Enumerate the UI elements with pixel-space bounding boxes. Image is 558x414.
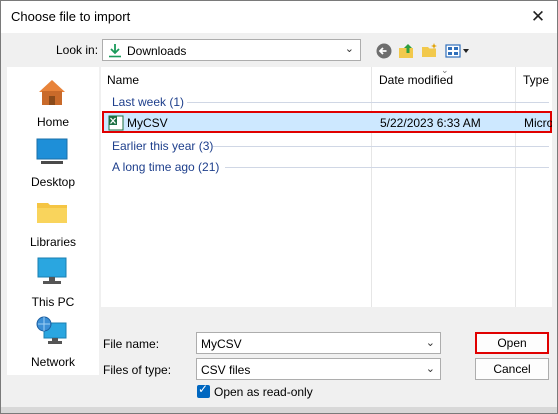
file-name-label: File name:	[103, 337, 160, 351]
file-type-value: CSV files	[201, 363, 251, 377]
title-bar: Choose file to import ✕	[1, 1, 557, 33]
file-list[interactable]: Name ⌄ Date modified Type Last week (1) …	[100, 65, 552, 307]
readonly-label[interactable]: Open as read-only	[214, 385, 313, 399]
home-icon	[39, 80, 65, 105]
column-header-date[interactable]: Date modified	[373, 67, 453, 93]
readonly-checkbox[interactable]: ✓	[197, 382, 210, 398]
group-divider	[225, 167, 549, 168]
place-label: Desktop	[30, 175, 76, 189]
file-name: MyCSV	[127, 116, 168, 130]
look-in-row: Look in: Downloads ⌄	[1, 37, 557, 63]
back-icon[interactable]	[375, 42, 393, 60]
column-header-name[interactable]: Name	[101, 67, 139, 93]
column-divider	[515, 67, 516, 307]
place-label: This PC	[31, 295, 75, 309]
up-folder-icon[interactable]	[398, 42, 416, 60]
group-divider	[213, 146, 549, 147]
place-network[interactable]: Network	[7, 315, 99, 373]
cancel-button[interactable]: Cancel	[475, 358, 549, 380]
close-button[interactable]: ✕	[525, 4, 551, 30]
window-title: Choose file to import	[11, 9, 131, 24]
look-in-dropdown[interactable]: Downloads ⌄	[102, 39, 361, 61]
group-divider	[187, 102, 549, 103]
new-folder-icon[interactable]	[421, 42, 439, 60]
downloads-icon	[109, 44, 121, 58]
file-type-dropdown[interactable]: CSV files ⌄	[196, 358, 441, 380]
open-button[interactable]: Open	[475, 332, 549, 354]
place-libraries[interactable]: Libraries	[7, 195, 99, 253]
group-header-long-time-ago[interactable]: A long time ago (21)	[112, 160, 219, 174]
place-home[interactable]: Home	[7, 75, 99, 133]
checkmark-icon: ✓	[198, 382, 209, 396]
excel-csv-icon	[108, 115, 124, 131]
group-header-earlier-this-year[interactable]: Earlier this year (3)	[112, 139, 213, 153]
places-bar: Home Desktop Libraries This PC Network	[7, 67, 99, 375]
file-row-mycsv[interactable]: MyCSV 5/22/2023 6:33 AM Microsoft Excel …	[102, 111, 552, 133]
place-label: Home	[36, 115, 69, 129]
column-divider	[371, 67, 372, 307]
desktop-icon	[36, 138, 68, 164]
network-icon	[36, 316, 67, 344]
file-name-combobox[interactable]: MyCSV ⌄	[196, 332, 441, 354]
file-date: 5/22/2023 6:33 AM	[380, 116, 481, 130]
chevron-down-icon: ⌄	[425, 363, 435, 375]
look-in-label: Look in:	[56, 43, 99, 57]
column-header-type[interactable]: Type	[517, 67, 549, 93]
place-desktop[interactable]: Desktop	[7, 135, 99, 193]
group-header-last-week[interactable]: Last week (1)	[112, 95, 184, 109]
place-label: Network	[30, 355, 75, 369]
file-name-value: MyCSV	[201, 337, 242, 351]
close-icon: ✕	[530, 7, 546, 26]
look-in-value: Downloads	[127, 44, 187, 58]
libraries-icon	[37, 203, 67, 223]
chevron-down-icon: ⌄	[344, 43, 354, 55]
import-dialog: Choose file to import ✕ Look in: Downloa…	[0, 0, 558, 414]
file-type: Microsoft Excel Comma Separated Values F…	[524, 116, 552, 130]
chevron-down-icon[interactable]: ⌄	[426, 336, 435, 349]
dialog-bottom-edge	[1, 407, 557, 413]
place-this-pc[interactable]: This PC	[7, 255, 99, 313]
place-label: Libraries	[29, 235, 77, 249]
view-menu-icon[interactable]	[445, 42, 471, 60]
file-type-label: Files of type:	[103, 363, 172, 377]
this-pc-icon	[37, 257, 67, 284]
